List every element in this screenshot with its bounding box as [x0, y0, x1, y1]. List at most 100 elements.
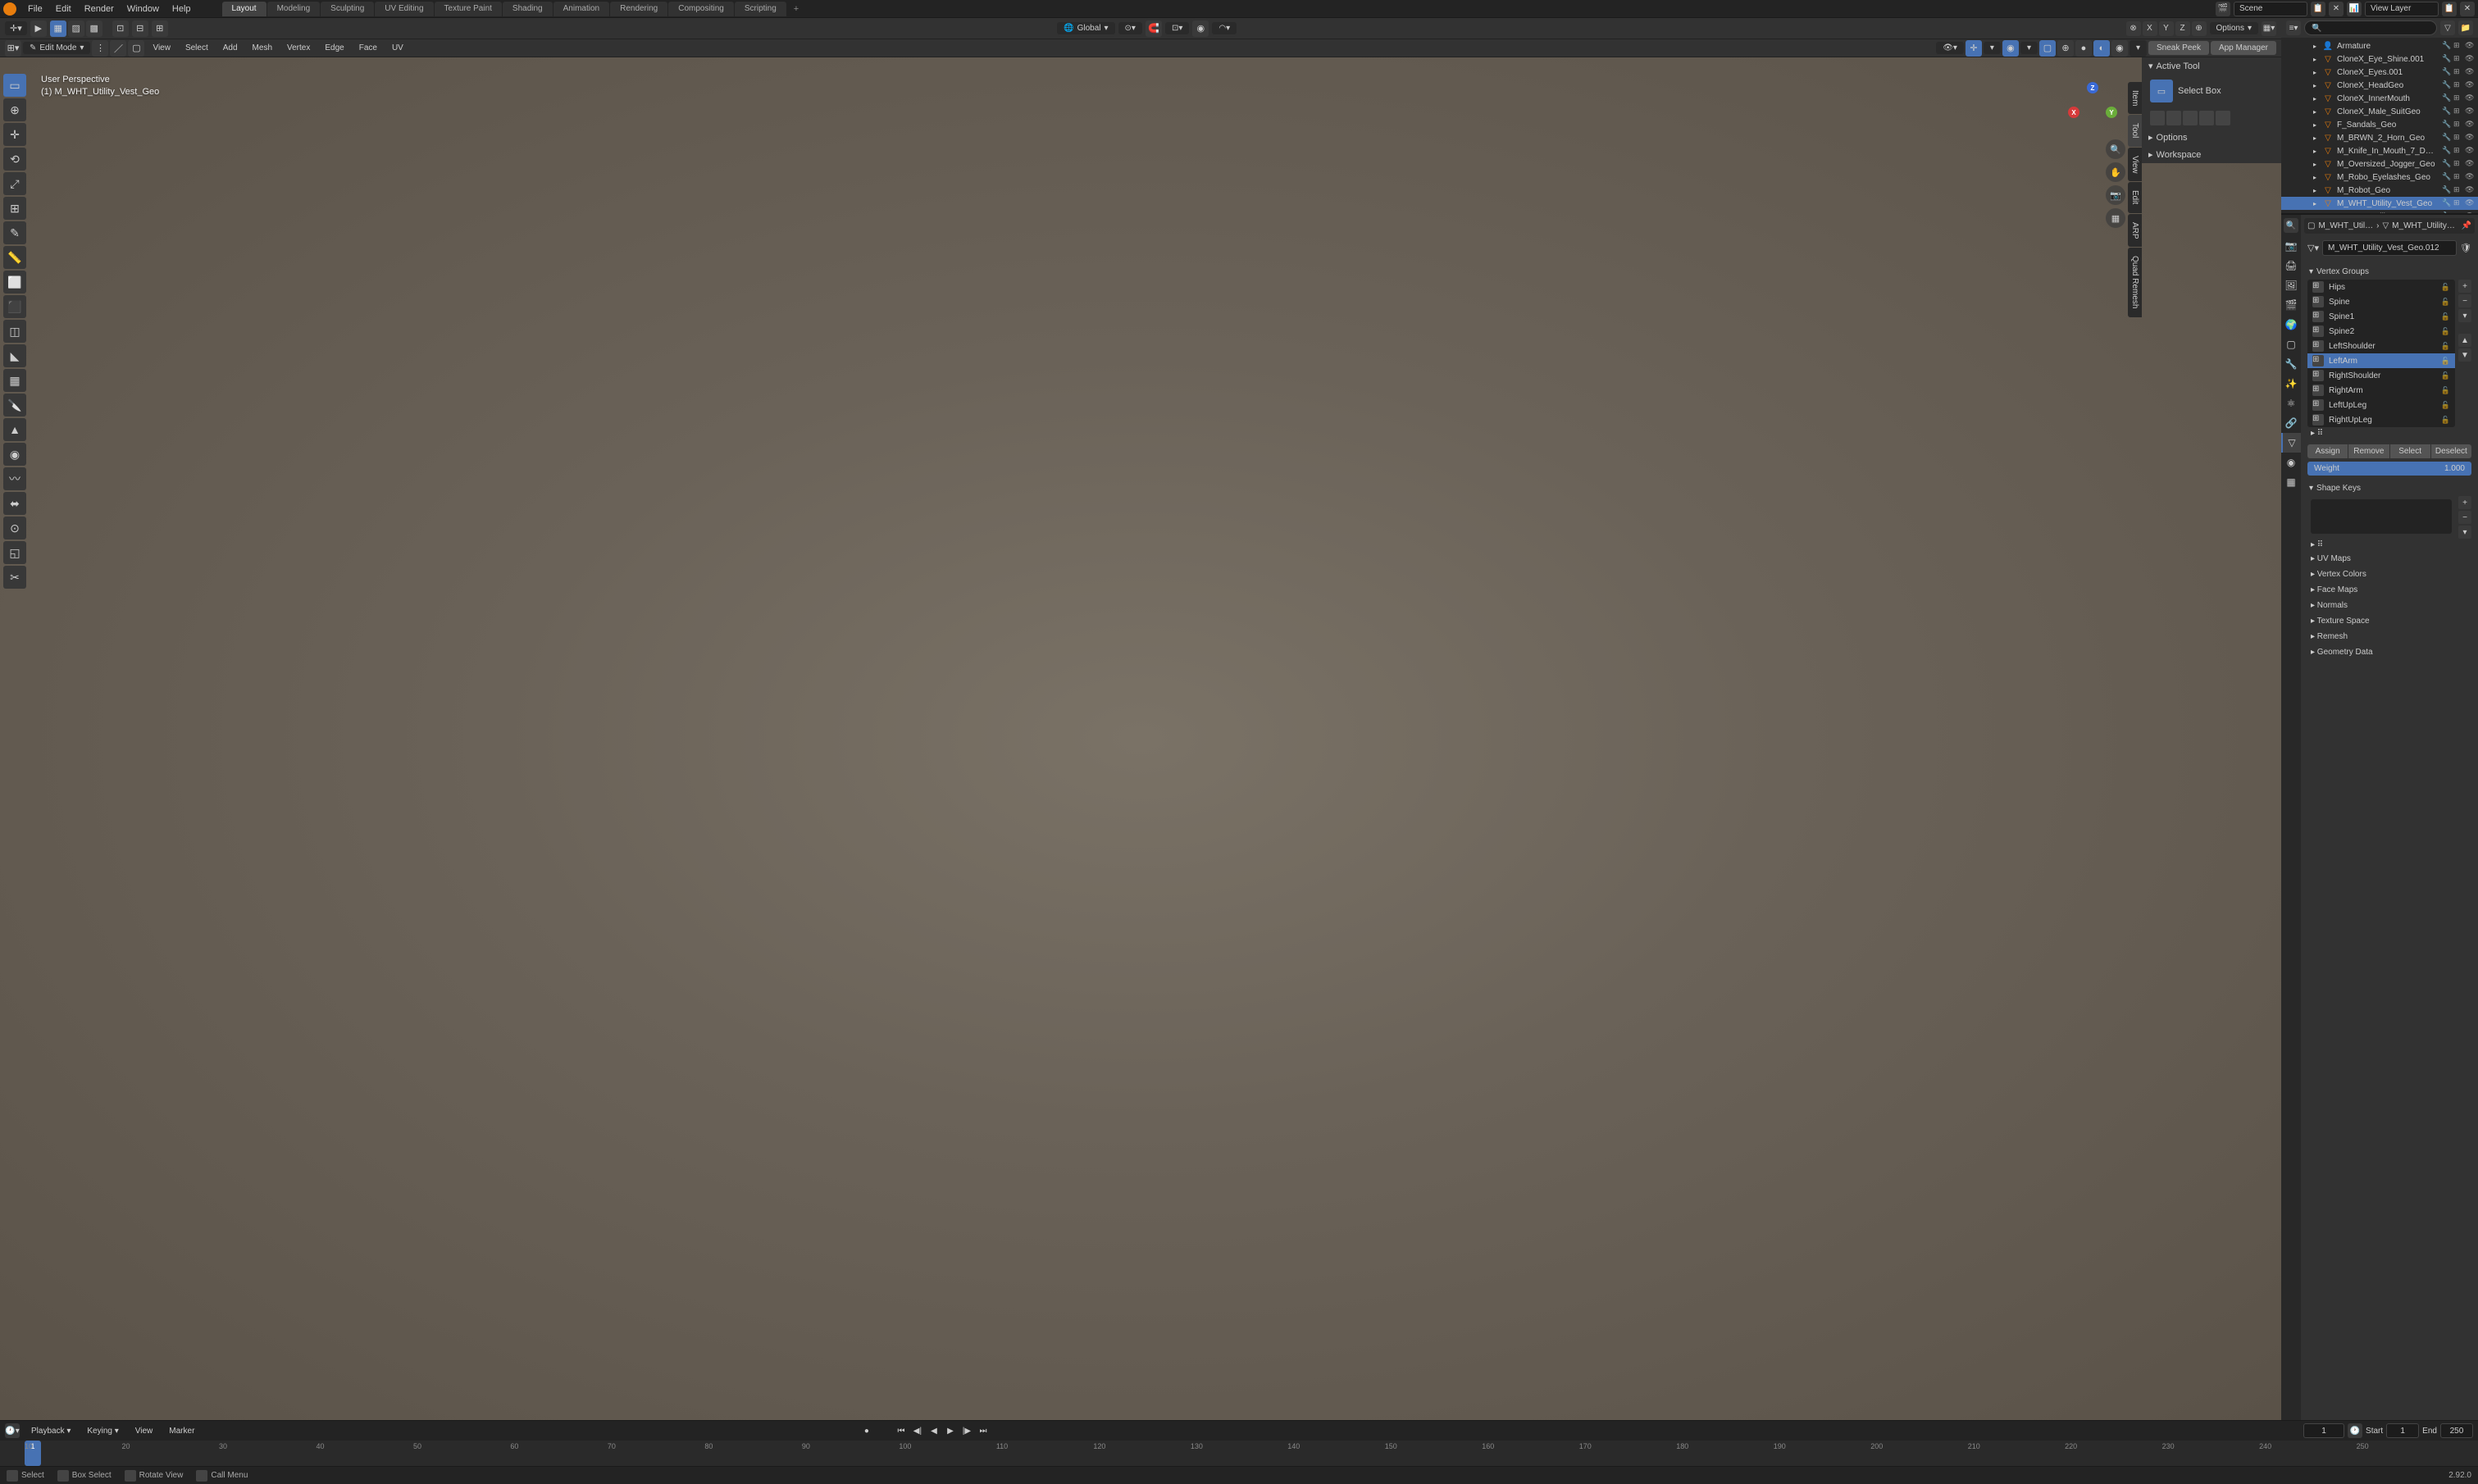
prop-tab-modifiers[interactable]: 🔧	[2281, 354, 2301, 374]
outliner-search-input[interactable]	[2304, 20, 2437, 35]
shading-dropdown[interactable]: ▾	[2130, 40, 2147, 57]
side-tab-item[interactable]: Item	[2128, 82, 2142, 114]
modifier-icon[interactable]: 🔧	[2442, 198, 2452, 208]
axis-y-button[interactable]: Y	[2159, 21, 2174, 36]
nav-camera-icon[interactable]: 📷	[2106, 185, 2125, 205]
tool-measure[interactable]: 📏	[3, 246, 26, 269]
lock-icon[interactable]: 🔓	[2441, 386, 2450, 395]
options-header[interactable]: ▸ Options	[2142, 129, 2281, 146]
vertex-group-item[interactable]: ⊞Spine2🔓	[2307, 324, 2455, 339]
prop-tab-data[interactable]: ▽	[2281, 433, 2301, 453]
workspace-tab-shading[interactable]: Shading	[503, 2, 553, 16]
modifier-icon[interactable]: 🔧	[2442, 212, 2452, 213]
tree-expand-icon[interactable]: ▸	[2311, 95, 2319, 102]
prop-tab-render[interactable]: 📷	[2281, 236, 2301, 256]
timeline-marker-menu[interactable]: Marker	[164, 1425, 199, 1437]
vg-add-button[interactable]: +	[2458, 280, 2471, 293]
tree-expand-icon[interactable]: ▸	[2311, 161, 2319, 168]
vertex-group-icon[interactable]: ⊞	[2453, 133, 2463, 143]
snap-mode-dropdown[interactable]: ⊡▾	[1165, 22, 1189, 34]
prop-tab-particles[interactable]: ✨	[2281, 374, 2301, 394]
side-tab-view[interactable]: View	[2128, 148, 2142, 182]
side-tab-tool[interactable]: Tool	[2128, 115, 2142, 146]
viewport-menu-face[interactable]: Face	[353, 42, 384, 54]
lock-icon[interactable]: 🔓	[2441, 312, 2450, 321]
preview-range-icon[interactable]: 🕐	[2348, 1423, 2362, 1438]
axis-z-icon[interactable]: Z	[2087, 82, 2098, 93]
timeline-keying-menu[interactable]: Keying ▾	[82, 1425, 123, 1437]
tool-transform[interactable]: ⊞	[3, 197, 26, 220]
remove-button[interactable]: Remove	[2348, 444, 2389, 458]
menu-edit[interactable]: Edit	[49, 4, 78, 14]
view-layer-delete-icon[interactable]: ✕	[2460, 2, 2475, 16]
viewport-menu-select[interactable]: Select	[179, 42, 215, 54]
nav-perspective-icon[interactable]: ▦	[2106, 208, 2125, 228]
modifier-icon[interactable]: 🔧	[2442, 54, 2452, 64]
viewport-menu-add[interactable]: Add	[216, 42, 244, 54]
vertex-group-icon[interactable]: ⊞	[2453, 172, 2463, 182]
tool-annotate[interactable]: ✎	[3, 221, 26, 244]
vertex-group-item[interactable]: ⊞RightUpLeg🔓	[2307, 412, 2455, 427]
select-invert-icon[interactable]	[2199, 111, 2214, 125]
tool-inset[interactable]: ◫	[3, 320, 26, 343]
hide-viewport-icon[interactable]: 👁	[2465, 54, 2475, 64]
auto-key-icon[interactable]: ●	[859, 1423, 874, 1438]
lock-icon[interactable]: 🔓	[2441, 401, 2450, 410]
vg-remove-button[interactable]: −	[2458, 294, 2471, 307]
vertex-group-item[interactable]: ⊞Spine🔓	[2307, 294, 2455, 309]
auto-merge-icon[interactable]: ⊕	[2192, 21, 2207, 36]
property-section-header[interactable]: ▸ UV Maps	[2304, 551, 2475, 567]
modifier-icon[interactable]: 🔧	[2442, 107, 2452, 116]
tool-add-cube[interactable]: ⬜	[3, 271, 26, 294]
property-section-header[interactable]: ▸ Normals	[2304, 598, 2475, 613]
vertex-group-item[interactable]: ⊞LeftArm🔓	[2307, 353, 2455, 368]
view-layer-browse-icon[interactable]: 📊	[2347, 2, 2362, 16]
prop-tab-view-layer[interactable]: 🖼	[2281, 275, 2301, 295]
prop-tab-output[interactable]: 🖨	[2281, 256, 2301, 275]
vertex-group-item[interactable]: ⊞LeftUpLeg🔓	[2307, 398, 2455, 412]
tree-expand-icon[interactable]: ▸	[2311, 187, 2319, 194]
hide-viewport-icon[interactable]: 👁	[2465, 146, 2475, 156]
navigation-gizmo[interactable]: Z X Y	[2068, 82, 2117, 131]
outliner-item[interactable]: ▸👤Armature🔧⊞👁	[2281, 39, 2478, 52]
outliner-item[interactable]: ▸▽M_BRWN_2_Horn_Geo🔧⊞👁	[2281, 131, 2478, 144]
hide-viewport-icon[interactable]: 👁	[2465, 133, 2475, 143]
vg-move-up-button[interactable]: ▲	[2458, 334, 2471, 347]
outliner-item[interactable]: ▸▽M_Oversized_Jogger_Geo🔧⊞👁	[2281, 157, 2478, 171]
face-select-icon[interactable]: ▢	[128, 40, 144, 57]
assign-button[interactable]: Assign	[2307, 444, 2348, 458]
shading-material-icon[interactable]: ◐	[2093, 40, 2110, 57]
prop-tab-physics[interactable]: ⚛	[2281, 394, 2301, 413]
lock-icon[interactable]: 🔓	[2441, 342, 2450, 351]
menu-window[interactable]: Window	[121, 4, 166, 14]
workspace-tab-uv-editing[interactable]: UV Editing	[375, 2, 433, 16]
vg-specials-button[interactable]: ▾	[2458, 309, 2471, 322]
tool-spin[interactable]: ◉	[3, 443, 26, 466]
tool-select-box[interactable]: ▭	[3, 74, 26, 97]
vertex-group-icon[interactable]: ⊞	[2453, 120, 2463, 130]
tool-bevel[interactable]: ◣	[3, 344, 26, 367]
outliner-item[interactable]: ▸▽CloneX_HeadGeo🔧⊞👁	[2281, 79, 2478, 92]
tree-expand-icon[interactable]: ▸	[2311, 43, 2319, 50]
workspace-tab-sculpting[interactable]: Sculpting	[321, 2, 374, 16]
vertex-group-icon[interactable]: ⊞	[2453, 80, 2463, 90]
workspace-tab-layout[interactable]: Layout	[222, 2, 266, 16]
tool-rotate[interactable]: ⟲	[3, 148, 26, 171]
active-tool-header[interactable]: ▾ Active Tool	[2142, 57, 2281, 75]
vertex-group-icon[interactable]: ⊞	[2453, 146, 2463, 156]
vertex-group-icon[interactable]: ⊞	[2453, 54, 2463, 64]
vertex-group-item[interactable]: ⊞Spine1🔓	[2307, 309, 2455, 324]
vertex-group-icon[interactable]: ⊞	[2453, 41, 2463, 51]
prop-search-icon[interactable]: 🔍	[2284, 218, 2298, 233]
tree-expand-icon[interactable]: ▸	[2311, 174, 2319, 181]
outliner-item[interactable]: ▸▽CloneX_Male_SuitGeo🔧⊞👁	[2281, 105, 2478, 118]
modifier-icon[interactable]: 🔧	[2442, 146, 2452, 156]
outliner-display-mode-icon[interactable]: ≡▾	[2286, 20, 2301, 35]
hide-viewport-icon[interactable]: 👁	[2465, 120, 2475, 130]
scene-browse-icon[interactable]: 🎬	[2216, 2, 2230, 16]
scene-name-input[interactable]	[2234, 2, 2307, 16]
prop-tab-world[interactable]: 🌍	[2281, 315, 2301, 335]
menu-render[interactable]: Render	[78, 4, 121, 14]
pivot-dropdown[interactable]: ⊙▾	[1118, 22, 1142, 34]
select-subtract-icon[interactable]	[2183, 111, 2198, 125]
